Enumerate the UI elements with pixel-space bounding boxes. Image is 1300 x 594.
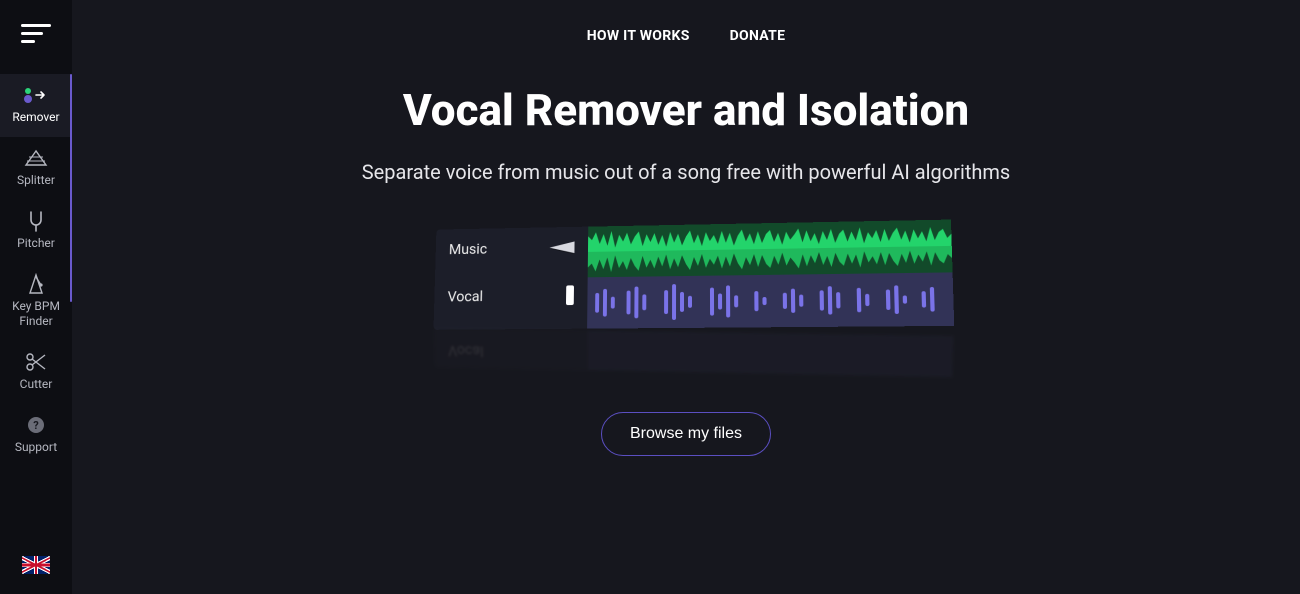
sidebar-item-splitter[interactable]: Splitter [0, 137, 72, 200]
sidebar-item-label: Support [15, 440, 57, 455]
sidebar-item-label: Cutter [20, 377, 53, 392]
scissors-icon [25, 351, 47, 373]
track-controls: Music Vocal [433, 227, 588, 330]
sidebar-item-label: Key BPM Finder [12, 299, 60, 329]
menu-toggle[interactable] [21, 24, 51, 44]
volume-triangle-icon [549, 241, 574, 253]
svg-text:?: ? [33, 419, 39, 432]
sidebar-item-keybpm[interactable]: Key BPM Finder [0, 263, 72, 341]
waveform-music [588, 220, 953, 278]
illustration-reflection: Vocal [434, 328, 953, 376]
language-selector[interactable] [22, 556, 50, 574]
main: HOW IT WORKS DONATE Vocal Remover and Is… [72, 0, 1300, 594]
sidebar-item-label: Remover [12, 110, 59, 125]
nav-how-it-works[interactable]: HOW IT WORKS [587, 28, 690, 44]
sidebar-item-cutter[interactable]: Cutter [0, 341, 72, 404]
slider-knob-icon [566, 285, 574, 305]
sidebar-item-support[interactable]: ? Support [0, 404, 72, 467]
top-nav: HOW IT WORKS DONATE [72, 28, 1300, 44]
pitcher-icon [27, 210, 45, 232]
waveform-vocal [587, 272, 954, 328]
page-title: Vocal Remover and Isolation [72, 84, 1300, 136]
track-label-vocal: Vocal [447, 287, 483, 305]
track-label-music: Music [449, 240, 488, 258]
sidebar-item-pitcher[interactable]: Pitcher [0, 200, 72, 263]
hero-illustration: Music Vocal [426, 224, 946, 372]
browse-files-button[interactable]: Browse my files [601, 412, 771, 456]
sidebar-items: Remover Splitter Pitcher [0, 74, 72, 467]
page-subtitle: Separate voice from music out of a song … [72, 160, 1300, 184]
flag-uk-icon [22, 556, 50, 574]
nav-donate[interactable]: DONATE [730, 28, 786, 44]
metronome-icon [26, 273, 46, 295]
splitter-icon [23, 147, 49, 169]
sidebar-item-label: Pitcher [17, 236, 55, 251]
sidebar-item-label: Splitter [17, 173, 55, 188]
sidebar: Remover Splitter Pitcher [0, 0, 72, 594]
remover-icon [22, 84, 50, 106]
help-icon: ? [26, 414, 46, 436]
sidebar-item-remover[interactable]: Remover [0, 74, 72, 137]
hamburger-icon [21, 24, 51, 44]
